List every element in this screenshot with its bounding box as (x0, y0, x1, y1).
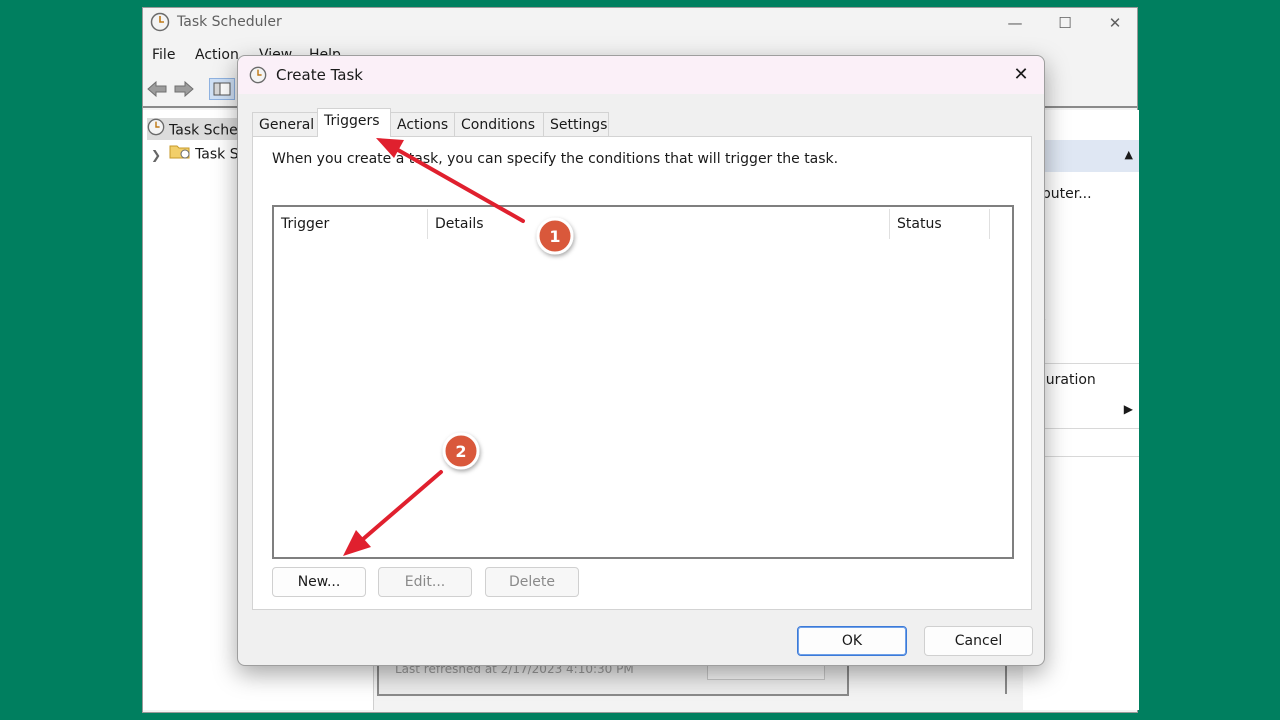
column-separator[interactable] (989, 209, 990, 239)
new-trigger-button[interactable]: New... (272, 567, 366, 597)
column-header-details[interactable]: Details (435, 213, 484, 235)
menu-file[interactable]: File (152, 47, 175, 63)
tree-item-library-label: Task S (195, 146, 239, 163)
back-arrow-icon[interactable] (146, 78, 168, 100)
show-hide-console-tree-icon[interactable] (209, 78, 235, 100)
column-header-status[interactable]: Status (897, 213, 942, 235)
trigger-list[interactable]: Trigger Details Status (272, 205, 1014, 559)
forward-arrow-icon[interactable] (173, 78, 195, 100)
clock-icon (150, 12, 170, 36)
dialog-titlebar: Create Task ✕ (238, 56, 1044, 94)
create-task-dialog: Create Task ✕ General Triggers Actions C… (237, 55, 1045, 666)
tab-conditions[interactable]: Conditions (454, 112, 544, 136)
submenu-arrow-icon[interactable]: ▶ (1124, 402, 1133, 416)
minimize-button[interactable]: — (995, 10, 1035, 36)
triggers-tab-page: When you create a task, you can specify … (252, 136, 1032, 610)
triggers-intro-text: When you create a task, you can specify … (272, 151, 839, 167)
folder-clock-icon (169, 142, 191, 167)
task-scheduler-titlebar: Task Scheduler — ☐ ✕ (143, 8, 1137, 38)
column-separator[interactable] (427, 209, 428, 239)
edit-trigger-button[interactable]: Edit... (378, 567, 472, 597)
collapse-up-icon[interactable]: ▲ (1125, 148, 1133, 161)
column-separator[interactable] (889, 209, 890, 239)
cancel-button[interactable]: Cancel (924, 626, 1033, 656)
tab-triggers[interactable]: Triggers (317, 108, 391, 137)
menu-action[interactable]: Action (195, 47, 239, 63)
column-header-trigger[interactable]: Trigger (281, 213, 329, 235)
chevron-right-icon[interactable]: ❯ (151, 144, 161, 166)
dialog-title: Create Task (276, 66, 363, 84)
dialog-close-icon[interactable]: ✕ (1006, 62, 1036, 88)
tab-general[interactable]: General (252, 112, 318, 136)
tree-item-root[interactable]: Task Sche (147, 118, 242, 140)
ok-button[interactable]: OK (797, 626, 907, 656)
close-button[interactable]: ✕ (1095, 10, 1135, 36)
tab-settings[interactable]: Settings (543, 112, 609, 136)
clock-icon (147, 118, 165, 143)
maximize-button[interactable]: ☐ (1045, 10, 1085, 36)
delete-trigger-button[interactable]: Delete (485, 567, 579, 597)
window-title: Task Scheduler (177, 14, 282, 30)
tree-item-library[interactable]: ❯ Task S (151, 142, 239, 164)
tab-actions[interactable]: Actions (390, 112, 455, 136)
clock-icon (249, 66, 267, 88)
tree-item-root-label: Task Sche (169, 122, 238, 139)
